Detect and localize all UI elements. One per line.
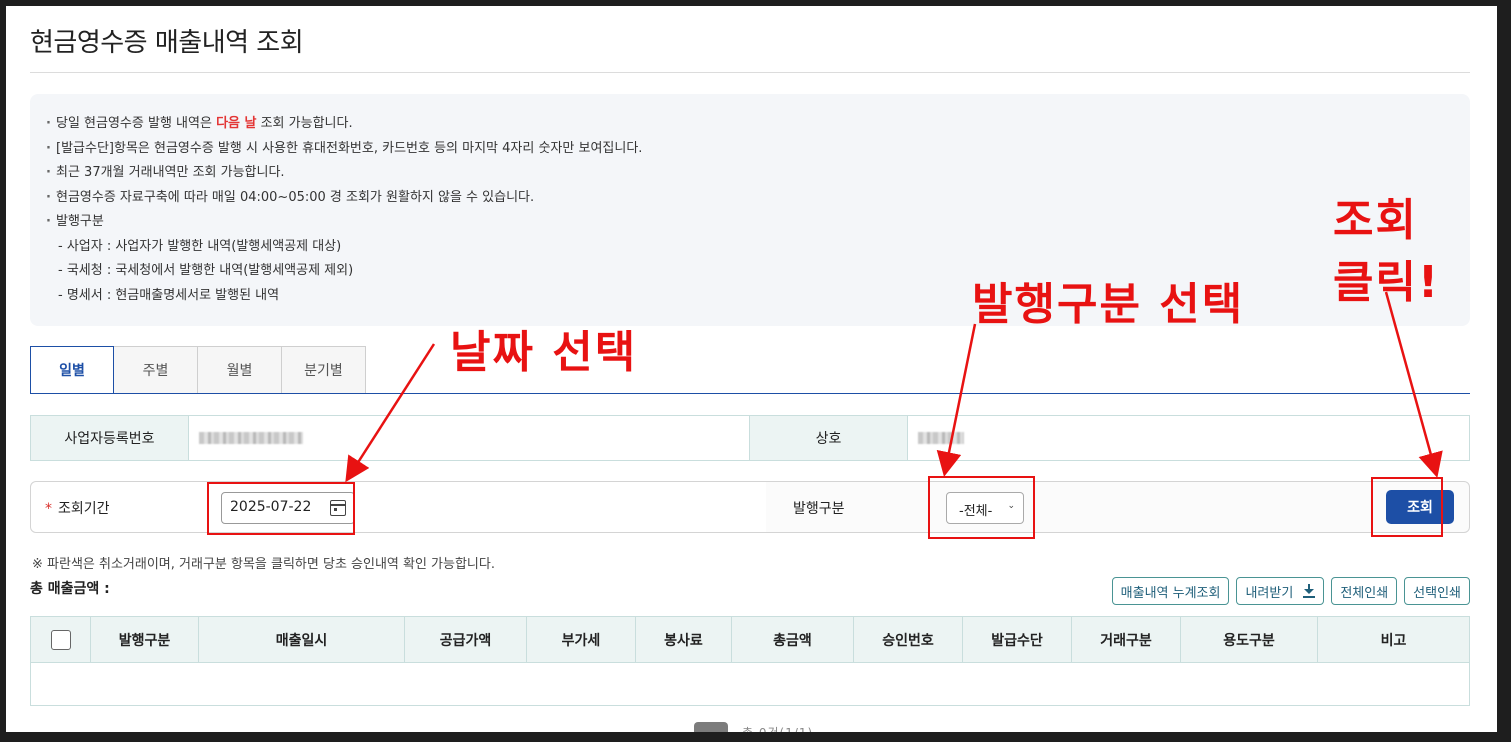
- arrow-type: [936, 323, 977, 477]
- annotation-arrows: [345, 291, 1443, 483]
- arrow-search: [1384, 291, 1443, 478]
- browser-viewport: 현금영수증 매출내역 조회 당일 현금영수증 발행 내역은 다음 날 조회 가능…: [6, 6, 1497, 732]
- arrow-date: [345, 343, 436, 483]
